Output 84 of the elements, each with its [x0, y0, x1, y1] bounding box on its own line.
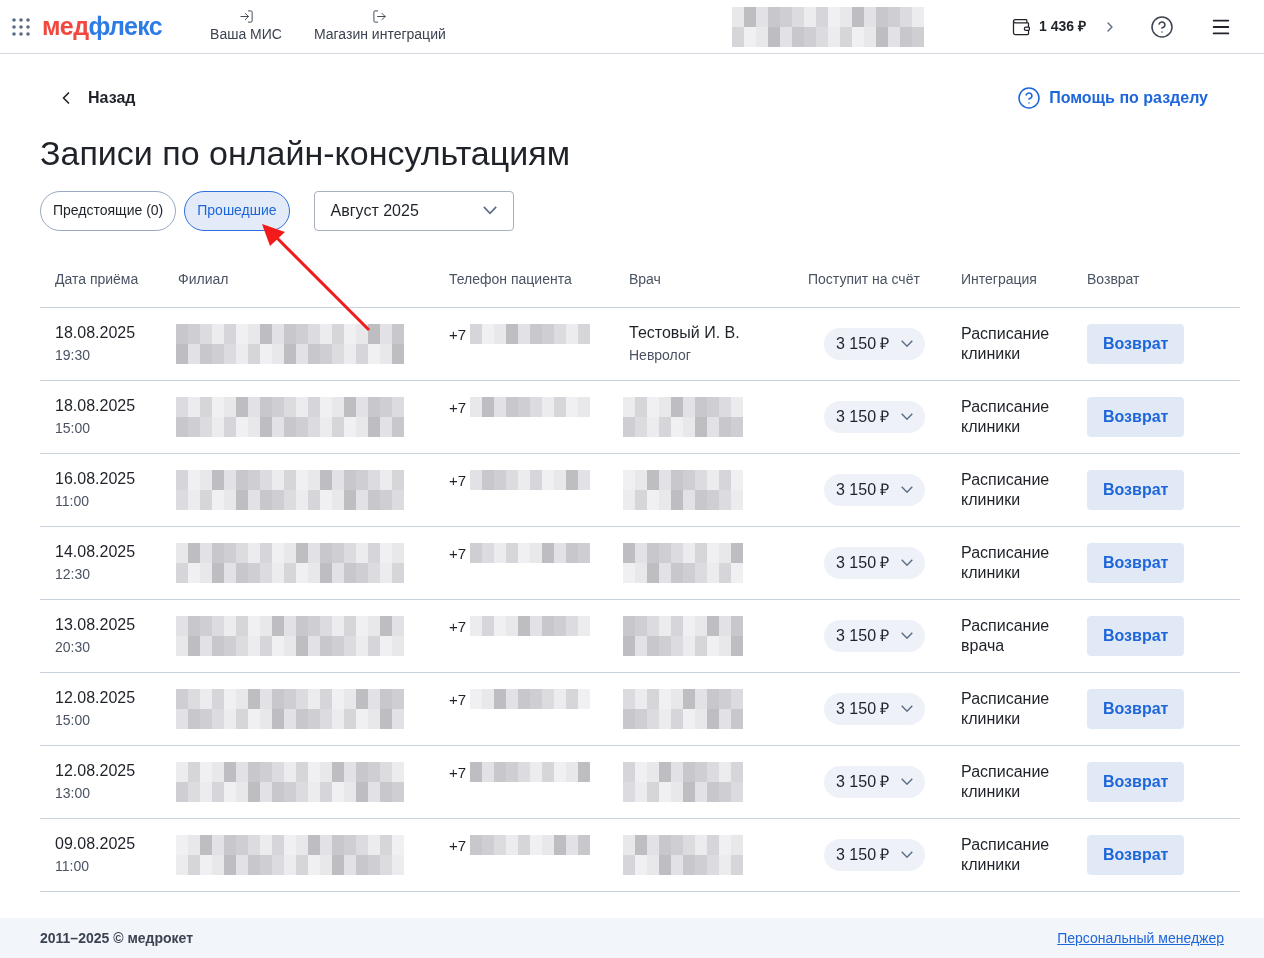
column-header: Врач [629, 270, 662, 289]
column-header: Филиал [178, 270, 230, 289]
nav-link[interactable]: Ваша МИС [194, 8, 298, 45]
chevron-down-icon [901, 777, 914, 786]
integration-text: Расписание клиники [961, 469, 1051, 510]
integration-text: Расписание клиники [961, 323, 1051, 364]
date-text: 16.08.2025 [55, 469, 137, 489]
amount-dropdown[interactable]: 3 150 ₽ [824, 400, 926, 433]
time-text: 20:30 [55, 638, 92, 657]
doctor-specialty: Невролог [629, 346, 692, 365]
logo[interactable]: медфлекс [42, 14, 163, 39]
column-header: Телефон пациента [449, 270, 573, 289]
manager-link[interactable]: Персональный менеджер [1057, 927, 1224, 949]
help-icon[interactable] [1150, 14, 1174, 39]
refund-button[interactable]: Возврат [1087, 688, 1185, 729]
time-text: 15:00 [55, 711, 92, 730]
amount-dropdown[interactable]: 3 150 ₽ [824, 546, 926, 579]
doctor-name: Тестовый И. В. [629, 323, 741, 343]
chevron-down-icon [901, 631, 914, 640]
refund-button[interactable]: Возврат [1087, 615, 1185, 656]
refund-button[interactable]: Возврат [1087, 469, 1185, 510]
balance-button[interactable]: 1 436 ₽ [1011, 16, 1118, 37]
phone-prefix: +7 [449, 397, 467, 418]
amount-dropdown[interactable]: 3 150 ₽ [824, 765, 926, 798]
column-header: Поступит на счёт [808, 270, 921, 289]
chevron-down-icon [901, 485, 914, 494]
date-text: 12.08.2025 [55, 761, 137, 781]
amount-dropdown[interactable]: 3 150 ₽ [824, 327, 926, 360]
phone-prefix: +7 [449, 689, 467, 710]
back-button[interactable]: Назад [56, 86, 136, 110]
filter-tab[interactable]: Предстоящие (0) [40, 190, 177, 231]
copyright-text: 2011–2025 © медрокет [40, 928, 193, 948]
date-text: 18.08.2025 [55, 396, 137, 416]
date-text: 13.08.2025 [55, 615, 137, 635]
amount-dropdown[interactable]: 3 150 ₽ [824, 619, 926, 652]
integration-text: Расписание врача [961, 615, 1051, 656]
refund-button[interactable]: Возврат [1087, 761, 1185, 802]
date-text: 14.08.2025 [55, 542, 137, 562]
date-text: 09.08.2025 [55, 834, 137, 854]
phone-prefix: +7 [449, 835, 467, 856]
column-header: Возврат [1087, 270, 1141, 289]
phone-prefix: +7 [449, 324, 467, 345]
integration-text: Расписание клиники [961, 542, 1051, 583]
time-text: 19:30 [55, 346, 92, 365]
help-link[interactable]: Помощь по разделу [1017, 86, 1208, 110]
page-title: Записи по онлайн-консультациям [40, 133, 572, 174]
time-text: 13:00 [55, 784, 92, 803]
chevron-down-icon [901, 850, 914, 859]
phone-prefix: +7 [449, 616, 467, 637]
amount-dropdown[interactable]: 3 150 ₽ [824, 838, 926, 871]
chevron-down-icon [901, 339, 914, 348]
refund-button[interactable]: Возврат [1087, 542, 1185, 583]
column-header: Дата приёма [54, 270, 140, 289]
integration-text: Расписание клиники [961, 396, 1051, 437]
phone-prefix: +7 [449, 470, 467, 491]
time-text: 11:00 [55, 492, 90, 511]
chevron-down-icon [901, 558, 914, 567]
integration-text: Расписание клиники [961, 834, 1051, 875]
time-text: 12:30 [55, 565, 92, 584]
refund-button[interactable]: Возврат [1087, 323, 1185, 364]
chevron-down-icon [901, 704, 914, 713]
nav-link[interactable]: Магазин интеграций [297, 8, 462, 45]
integration-text: Расписание клиники [961, 688, 1051, 729]
nav-icon [372, 8, 388, 24]
amount-dropdown[interactable]: 3 150 ₽ [824, 473, 926, 506]
date-text: 18.08.2025 [55, 323, 137, 343]
time-text: 15:00 [55, 419, 92, 438]
chevron-down-icon [901, 412, 914, 421]
column-header: Интеграция [961, 270, 1038, 289]
nav-icon [238, 8, 254, 24]
chevron-down-icon [482, 206, 497, 215]
refund-button[interactable]: Возврат [1087, 834, 1185, 875]
phone-prefix: +7 [449, 762, 467, 783]
integration-text: Расписание клиники [961, 761, 1051, 802]
amount-dropdown[interactable]: 3 150 ₽ [824, 692, 926, 725]
phone-prefix: +7 [449, 543, 467, 564]
filter-tab[interactable]: Прошедшие [184, 190, 290, 231]
help-icon [1017, 86, 1042, 110]
refund-button[interactable]: Возврат [1087, 396, 1185, 437]
month-select[interactable]: Август 2025 [313, 190, 514, 231]
wallet-icon [1011, 16, 1032, 37]
date-text: 12.08.2025 [55, 688, 137, 708]
apps-grid-icon[interactable] [12, 17, 30, 36]
time-text: 11:00 [55, 857, 90, 876]
